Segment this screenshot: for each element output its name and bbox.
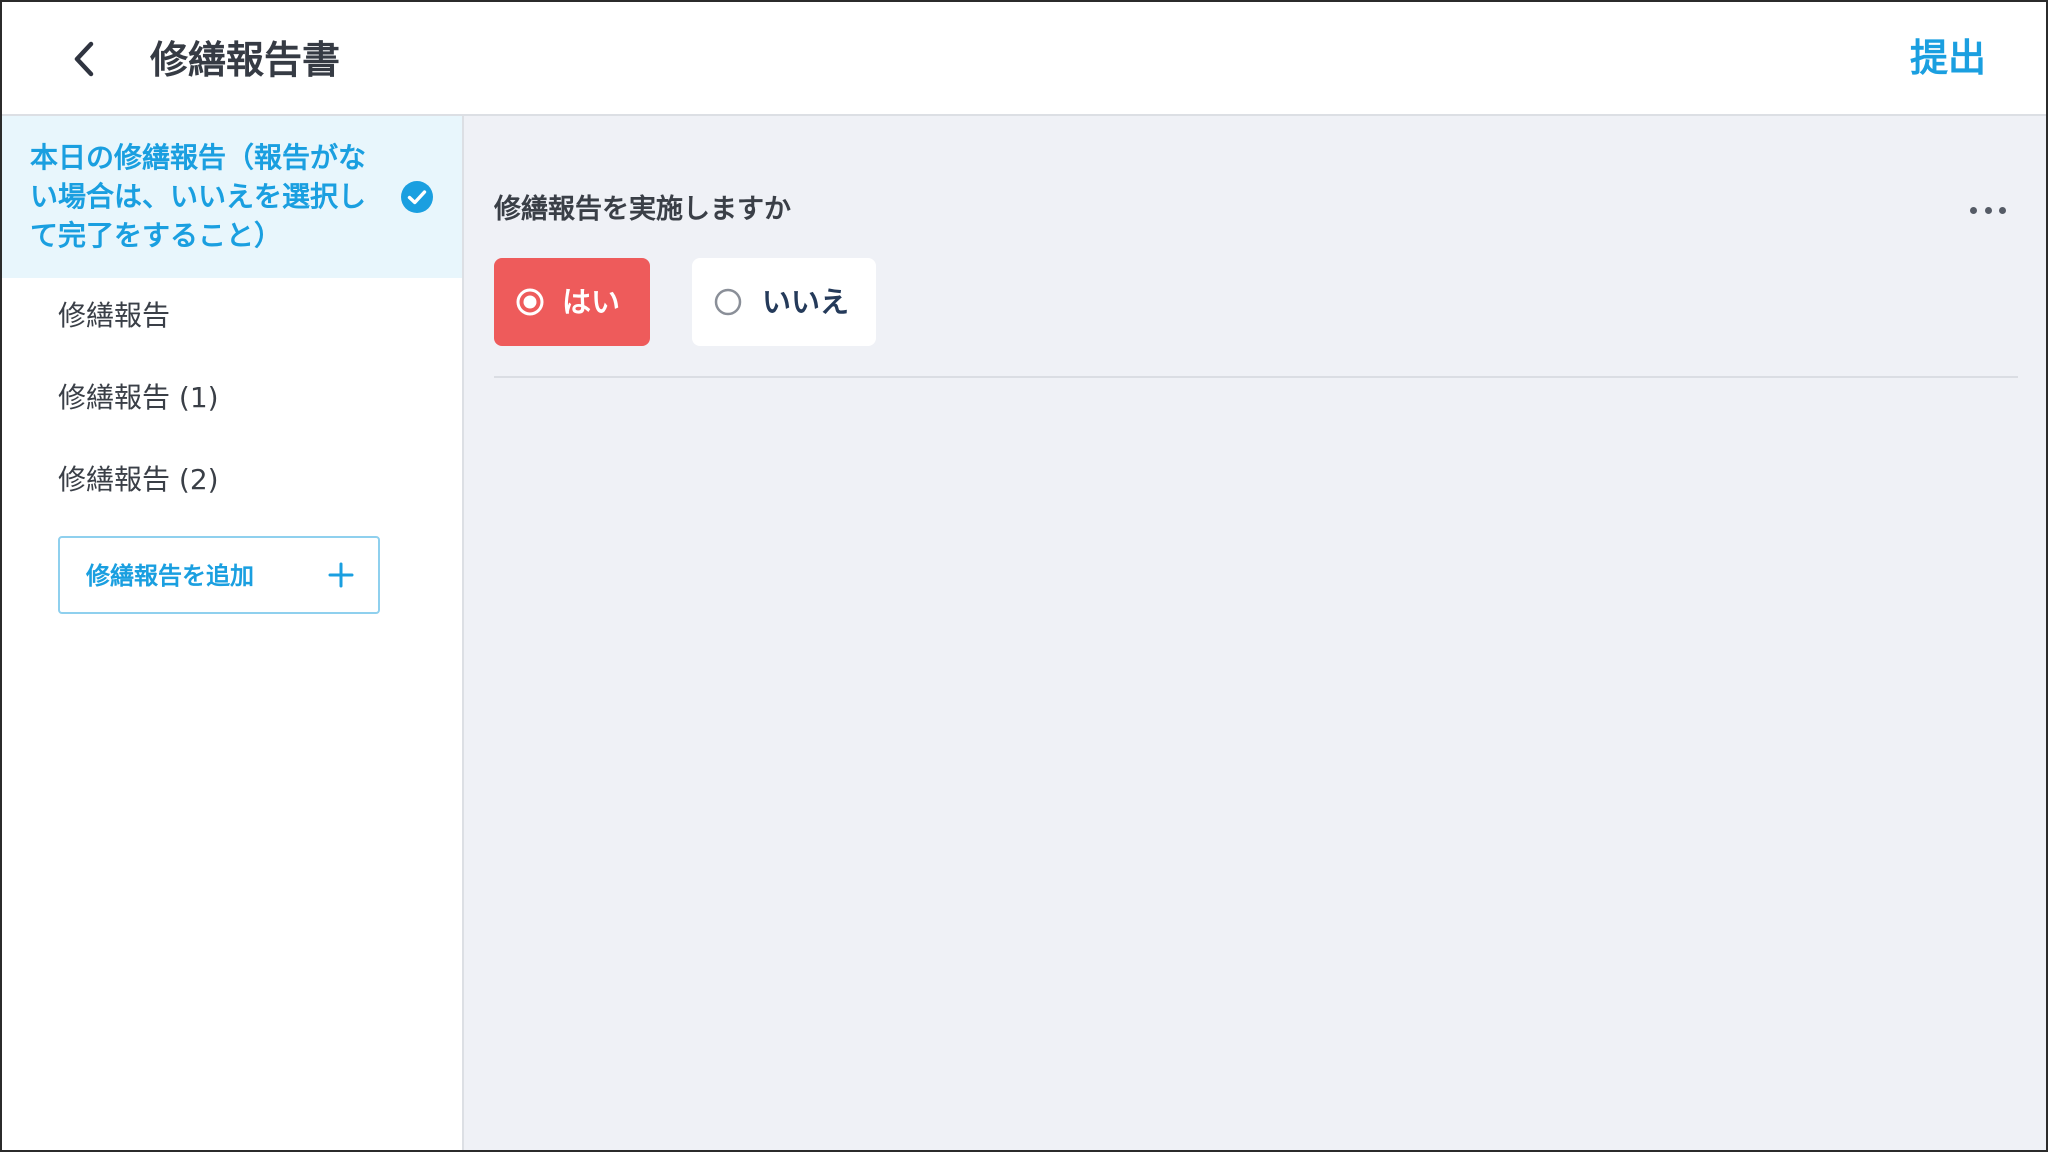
header: 修繕報告書 提出 xyxy=(2,2,2046,116)
plus-icon xyxy=(328,562,354,588)
page-title: 修繕報告書 xyxy=(150,38,341,82)
divider xyxy=(494,376,2018,378)
add-report-label: 修繕報告を追加 xyxy=(86,562,254,590)
option-no-label: いいえ xyxy=(762,285,850,319)
sidebar: 本日の修繕報告（報告がない場合は、いいえを選択して完了をすること） 修繕報告 修… xyxy=(2,116,464,1150)
submit-button[interactable]: 提出 xyxy=(1910,30,1986,86)
question-label: 修繕報告を実施しますか xyxy=(494,194,791,225)
sidebar-item-report-1[interactable]: 修繕報告 (1) xyxy=(58,378,219,418)
back-button[interactable] xyxy=(62,34,106,84)
sidebar-section-label: 本日の修繕報告（報告がない場合は、いいえを選択して完了をすること） xyxy=(30,141,367,252)
more-options-button[interactable] xyxy=(1970,198,2006,222)
sidebar-item-report-2[interactable]: 修繕報告 (2) xyxy=(58,460,219,500)
radio-unchecked-icon xyxy=(714,288,742,316)
sidebar-section-daily-report[interactable]: 本日の修繕報告（報告がない場合は、いいえを選択して完了をすること） xyxy=(2,116,462,278)
sidebar-item-report[interactable]: 修繕報告 xyxy=(58,296,170,336)
radio-checked-icon xyxy=(516,288,544,316)
option-yes[interactable]: はい xyxy=(494,258,650,346)
chevron-left-icon xyxy=(74,41,94,77)
main-content: 修繕報告を実施しますか はい いいえ xyxy=(464,116,2046,1150)
option-yes-label: はい xyxy=(562,285,621,319)
app-window: 修繕報告書 提出 本日の修繕報告（報告がない場合は、いいえを選択して完了をするこ… xyxy=(0,0,2048,1152)
add-report-button[interactable]: 修繕報告を追加 xyxy=(58,536,380,614)
option-no[interactable]: いいえ xyxy=(692,258,876,346)
more-horizontal-icon xyxy=(1970,206,1977,214)
check-circle-icon xyxy=(401,181,433,213)
